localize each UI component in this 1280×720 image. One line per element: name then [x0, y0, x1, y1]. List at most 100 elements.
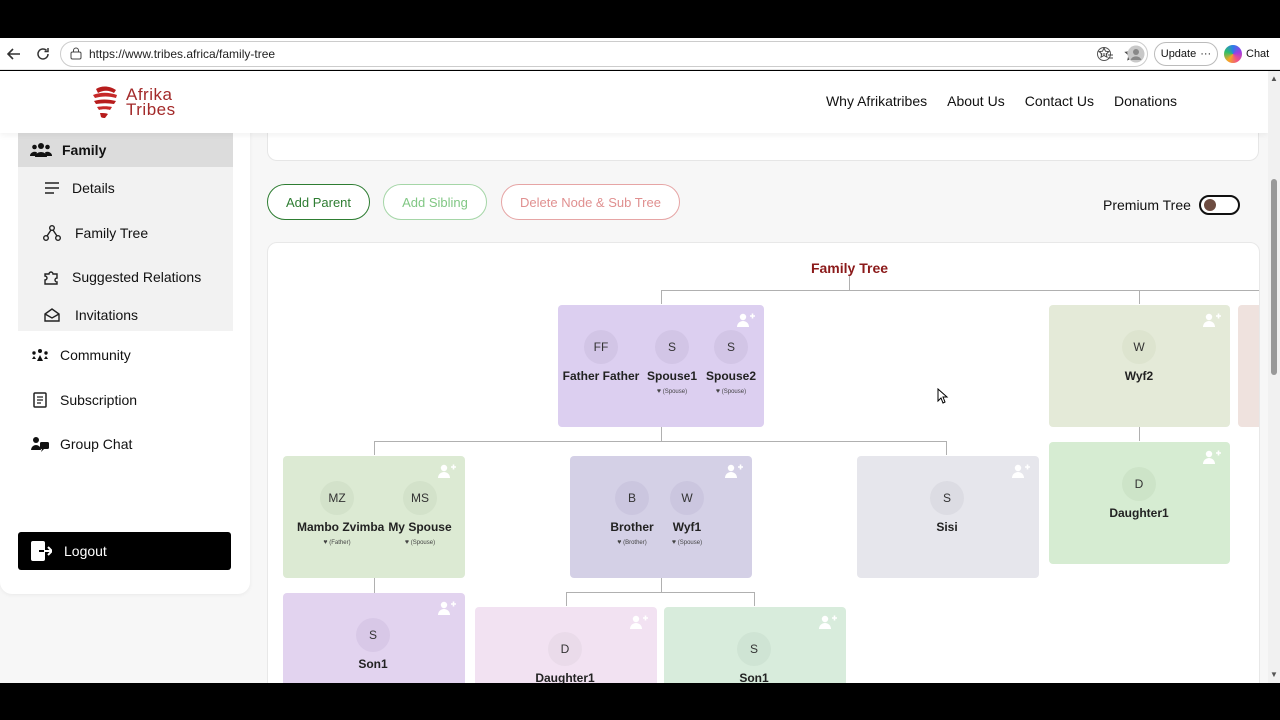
site-nav: Why Afrikatribes About Us Contact Us Don…: [826, 93, 1177, 109]
delete-node-button[interactable]: Delete Node & Sub Tree: [501, 184, 680, 220]
nav-why-afrikatribes[interactable]: Why Afrikatribes: [826, 93, 927, 109]
profile-avatar-icon[interactable]: [1127, 45, 1145, 63]
site-logo[interactable]: Afrika Tribes: [90, 83, 176, 121]
connector-line: [566, 592, 567, 606]
avatar: S: [356, 618, 390, 652]
update-button[interactable]: Update ···: [1154, 42, 1218, 66]
logout-button[interactable]: Logout: [18, 532, 231, 570]
tree-node-parents[interactable]: FF Father Father S Spouse1 ♥ (Spouse) S …: [558, 305, 764, 427]
sidebar: Family Details Family Tree Suggested Rel…: [0, 121, 250, 594]
connector-line: [1139, 427, 1140, 441]
relation-label: (Spouse): [721, 389, 747, 395]
add-person-icon[interactable]: [438, 464, 456, 478]
scroll-thumb[interactable]: [1271, 179, 1277, 375]
person-card[interactable]: FF Father Father: [561, 330, 641, 383]
add-person-icon[interactable]: [630, 615, 648, 629]
add-person-icon[interactable]: [819, 615, 837, 629]
premium-tree-toggle[interactable]: [1199, 195, 1240, 215]
group-chat-icon: [30, 435, 50, 453]
web-page: Afrika Tribes Why Afrikatribes About Us …: [0, 71, 1280, 683]
person-name: Spouse2: [705, 369, 756, 383]
tree-node-daughter-mid[interactable]: D Daughter1: [475, 607, 657, 683]
tree-node-wyf2[interactable]: W Wyf2: [1049, 305, 1230, 427]
person-name: Mambo Zvimba: [297, 520, 385, 534]
tree-node-mambo[interactable]: MZ Mambo Zvimba ♥ (Father) MS My Spouse …: [283, 456, 465, 578]
add-person-icon[interactable]: [1203, 450, 1221, 464]
avatar: W: [670, 481, 704, 515]
copilot-chat-button[interactable]: Chat: [1224, 42, 1278, 66]
nav-donations[interactable]: Donations: [1114, 93, 1177, 109]
person-name: Son1: [739, 671, 769, 683]
sidebar-item-community[interactable]: Community: [30, 346, 131, 364]
add-person-icon[interactable]: [1012, 464, 1030, 478]
receipt-icon: [30, 391, 50, 409]
sidebar-item-suggested-relations[interactable]: Suggested Relations: [42, 268, 201, 286]
tree-node-offscreen[interactable]: [1238, 305, 1259, 427]
add-person-icon[interactable]: [725, 464, 743, 478]
person-card[interactable]: MZ Mambo Zvimba ♥ (Father): [297, 481, 385, 546]
tree-node-son-mid[interactable]: S Son1: [664, 607, 846, 683]
copilot-icon: [1224, 45, 1242, 63]
person-card[interactable]: W Wyf2: [1099, 330, 1179, 383]
tree-nodes-icon: [42, 224, 62, 242]
heart-icon: ♥: [323, 539, 328, 546]
avatar: S: [655, 330, 689, 364]
sidebar-item-invitations-label: Invitations: [75, 307, 139, 323]
add-person-icon[interactable]: [1203, 313, 1221, 327]
avatar: S: [930, 481, 964, 515]
person-card[interactable]: S Son1: [333, 618, 413, 671]
person-card[interactable]: S Son1: [714, 632, 794, 683]
reload-icon[interactable]: [29, 40, 57, 68]
person-relation: ♥ (Spouse): [647, 539, 727, 546]
add-sibling-button[interactable]: Add Sibling: [383, 184, 487, 220]
scroll-up-icon[interactable]: ▲: [1270, 75, 1278, 83]
person-card[interactable]: W Wyf1 ♥ (Spouse): [647, 481, 727, 546]
sidebar-item-family-tree-label: Family Tree: [75, 225, 149, 241]
relation-label: (Brother): [623, 540, 647, 546]
window-bottom-bar: [0, 683, 1280, 720]
add-person-icon[interactable]: [737, 313, 755, 327]
favorites-icon[interactable]: [1097, 45, 1115, 63]
connector-line: [374, 578, 375, 593]
person-name: Daughter1: [535, 671, 595, 683]
person-relation: ♥ (Spouse): [380, 539, 460, 546]
add-parent-button[interactable]: Add Parent: [267, 184, 370, 220]
page-scrollbar[interactable]: ▲ ▼: [1268, 71, 1280, 683]
envelope-icon: [42, 306, 62, 324]
site-info-icon[interactable]: [69, 47, 83, 61]
avatar: FF: [584, 330, 618, 364]
address-bar[interactable]: https://www.tribes.africa/family-tree: [60, 41, 1148, 67]
connector-line: [566, 592, 755, 593]
tree-node-brother[interactable]: B Brother ♥ (Brother) W Wyf1 ♥ (Spouse): [570, 456, 752, 578]
add-person-icon[interactable]: [438, 601, 456, 615]
tree-node-sisi[interactable]: S Sisi: [857, 456, 1039, 578]
back-icon[interactable]: [0, 40, 28, 68]
connector-line: [661, 290, 662, 304]
person-name: Wyf1: [672, 520, 702, 534]
person-card[interactable]: D Daughter1: [1099, 467, 1179, 520]
connector-line: [1139, 290, 1140, 304]
connector-line: [754, 592, 755, 606]
tree-node-son-left[interactable]: S Son1: [283, 593, 465, 683]
avatar: D: [548, 632, 582, 666]
person-card[interactable]: MS My Spouse ♥ (Spouse): [380, 481, 460, 546]
sidebar-item-subscription[interactable]: Subscription: [30, 391, 137, 409]
sidebar-item-family-tree[interactable]: Family Tree: [42, 224, 148, 242]
sidebar-item-family[interactable]: Family: [18, 133, 233, 167]
nav-contact-us[interactable]: Contact Us: [1025, 93, 1094, 109]
window-top-bar: [0, 0, 1280, 38]
scroll-down-icon[interactable]: ▼: [1270, 671, 1278, 679]
avatar: S: [714, 330, 748, 364]
tree-node-daughter-right[interactable]: D Daughter1: [1049, 442, 1230, 564]
browser-toolbar: https://www.tribes.africa/family-tree Up…: [0, 38, 1280, 70]
heart-icon: ♥: [656, 388, 662, 395]
relation-label: (Spouse): [410, 540, 436, 546]
sidebar-item-invitations[interactable]: Invitations: [42, 306, 138, 324]
nav-about-us[interactable]: About Us: [947, 93, 1005, 109]
person-card[interactable]: S Sisi: [907, 481, 987, 534]
sidebar-item-group-chat[interactable]: Group Chat: [30, 435, 132, 453]
sidebar-item-details[interactable]: Details: [42, 179, 115, 197]
person-card[interactable]: S Spouse2 ♥ (Spouse): [691, 330, 771, 395]
more-dots-icon: ···: [1200, 48, 1212, 60]
person-card[interactable]: D Daughter1: [525, 632, 605, 683]
